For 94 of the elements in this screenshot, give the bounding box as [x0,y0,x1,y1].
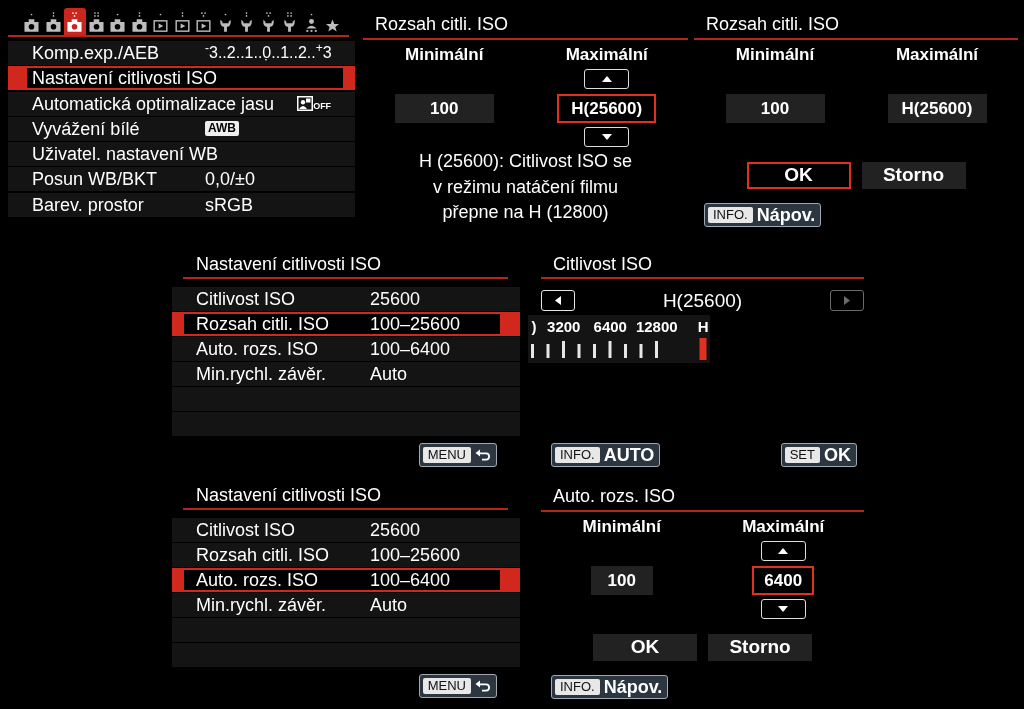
wrench-icon [260,12,276,32]
back-button[interactable]: MENU [418,443,497,467]
menu-item[interactable]: Auto. rozs. ISO 100–6400 [172,568,520,592]
field-label: Maximální [565,44,648,66]
dialog-button[interactable]: Storno [861,162,966,189]
camera-icon [45,12,61,32]
play-icon [174,12,190,32]
camera-icon [131,12,147,32]
setting-value: 25600 [370,520,421,540]
increase-button[interactable] [584,69,630,89]
slider-thumb[interactable] [699,338,707,360]
menu-item[interactable]: Min.rychl. závěr. Auto [172,362,520,386]
camera-icon [67,12,83,32]
setting-value: sRGB [205,194,253,215]
menu-item[interactable]: Komp.exp./AEB $^{-}$3..2..1..0̣..1..2..$^{+}$3 [8,41,355,65]
menu-item[interactable]: Barev. prostor sRGB [8,192,355,217]
menu-tab[interactable] [64,8,86,35]
caret-right-icon [844,296,850,305]
menu-item[interactable]: Min.rychl. závěr. Auto [172,593,520,617]
dialog-button[interactable]: OK [593,634,697,661]
screen-title: Nastavení citlivosti ISO [195,484,383,507]
menu-item[interactable]: Posun WB/BKT 0,0/±0 [8,167,355,192]
value-field[interactable]: 6400 [752,566,815,595]
value-field[interactable]: H(25600) [887,94,987,123]
value-field[interactable]: 100 [590,566,653,595]
value-field[interactable]: 100 [394,94,494,123]
return-arrow-icon [475,680,491,692]
caret-left-icon [555,296,561,305]
setting-value: 100–25600 [370,314,461,334]
scale-label: 12800 [634,318,679,337]
value-field[interactable]: 100 [725,94,825,123]
wrench-icon [239,12,255,32]
footer-button[interactable]: INFO. AUTO [551,443,661,467]
setting-value: Auto [370,364,408,384]
scale-label: 3200 [546,318,582,337]
menu-item[interactable]: Citlivost ISO 25600 [172,518,520,542]
screen-title: Rozsah citli. ISO [374,12,510,36]
setting-value: 0,0/±0 [205,169,255,190]
person-icon [303,12,319,32]
current-value: H(25600) [661,290,744,311]
screen-title: Rozsah citli. ISO [705,12,841,36]
setting-value: 100–25600 [370,545,461,565]
setting-value: Auto [370,595,408,615]
scale-label: ) [530,318,538,337]
footer-button[interactable]: INFO. Nápov. [551,675,669,699]
portrait-frame-icon [297,96,314,112]
setting-value: 25600 [370,289,421,309]
caret-down-icon [778,606,789,612]
caret-up-icon [601,76,612,82]
menu-item[interactable]: Rozsah citli. ISO 100–25600 [172,312,520,336]
back-button[interactable]: MENU [418,674,497,698]
scale-label: 6400 [592,318,628,337]
wrench-icon [282,12,298,32]
scale-label: H [696,318,710,337]
menu-item[interactable]: Rozsah citli. ISO 100–25600 [172,543,520,567]
mode-badge: AWB [205,121,239,137]
wrench-icon [217,12,233,32]
caret-down-icon [601,134,612,140]
decrease-button[interactable] [760,599,806,619]
field-label: Minimální [582,516,661,538]
menu-item[interactable]: Uživatel. nastavení WB [8,142,355,167]
play-icon [153,12,169,32]
off-label: OFF [313,102,332,112]
footer-button[interactable]: INFO. Nápov. [704,203,822,227]
screen-title: Citlivost ISO [552,253,654,276]
exposure-scale: $^{-}$3..2..1..0̣..1..2..$^{+}$3 [205,43,332,63]
menu-item[interactable]: Citlivost ISO 25600 [172,287,520,311]
camera-icon [88,12,104,32]
value-field[interactable]: H(25600) [557,94,657,123]
field-label: Maximální [742,516,825,538]
screen-title: Nastavení citlivosti ISO [195,253,383,276]
field-label: Minimální [735,44,815,66]
star-icon [325,19,341,32]
menu-item[interactable]: Vyvážení bílé AWB [8,116,355,141]
footer-button[interactable]: SET OK [780,443,857,467]
dialog-button[interactable]: Storno [708,634,812,661]
dialog-button[interactable]: OK [746,162,851,189]
menu-item[interactable]: Automatická optimalizace jasu OFF [8,91,355,116]
setting-value: 100–6400 [370,339,451,359]
menu-item[interactable]: Auto. rozs. ISO 100–6400 [172,337,520,361]
camera-icon [24,12,40,32]
setting-value: 100–6400 [370,570,451,590]
play-icon [196,12,212,32]
field-label: Maximální [895,44,979,66]
iso-slider-track[interactable]: ) 3200 6400 12800 H [528,315,710,363]
caret-up-icon [778,548,789,554]
screen-title: Auto. rozs. ISO [552,484,677,508]
previous-button[interactable] [541,290,575,311]
increase-button[interactable] [760,541,806,561]
return-arrow-icon [475,449,491,461]
field-label: Minimální [405,44,484,66]
decrease-button[interactable] [584,127,630,147]
camera-icon [110,12,126,32]
info-text: H (25600): Citlivost ISO se v režimu natáčení filmu přepne na H (12800) [417,150,634,224]
